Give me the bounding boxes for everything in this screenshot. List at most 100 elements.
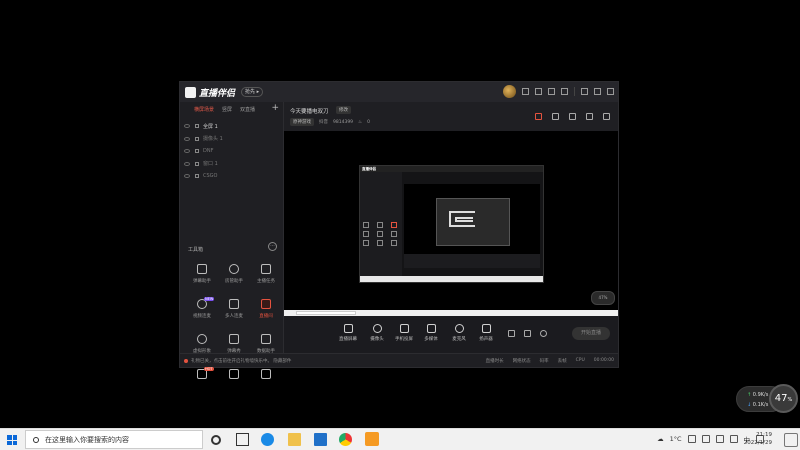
tool-multi-link[interactable]: 多人连麦	[218, 297, 250, 327]
avatar-icon	[197, 334, 207, 344]
stream-preview[interactable]: 直播伴侣 47%	[284, 131, 618, 316]
tool-more[interactable]	[250, 367, 282, 397]
fire-icon[interactable]	[548, 88, 555, 95]
task-view-icon[interactable]	[236, 433, 249, 446]
edit-title-button[interactable]: 修改	[336, 106, 351, 114]
lock-icon[interactable]	[195, 136, 199, 141]
chrome-icon[interactable]	[339, 433, 352, 446]
inner-tool	[377, 222, 383, 228]
windows-start-icon[interactable]	[7, 435, 17, 445]
effects-icon[interactable]	[524, 330, 531, 337]
room-title[interactable]: 今天要播电双刀	[290, 107, 329, 115]
status-message[interactable]: 礼物已关，点击前往开启礼物墙快乐中。 隐藏部件	[191, 358, 291, 364]
message-icon[interactable]	[569, 113, 576, 120]
mail-app-icon[interactable]	[314, 433, 327, 446]
preview-badge: 47%	[591, 291, 615, 305]
scene-item[interactable]: CSGO	[180, 170, 283, 183]
tool-room-admin[interactable]: 房管助手	[218, 262, 250, 292]
shirt-icon[interactable]	[522, 88, 529, 95]
tool-download[interactable]	[218, 367, 250, 397]
download-speed: ↓ 0.1K/s	[747, 402, 768, 408]
tab-portrait[interactable]: 竖屏	[222, 106, 232, 113]
tab-landscape[interactable]: 横屏场景	[194, 106, 214, 113]
scene-item[interactable]: 摄像头 1	[180, 133, 283, 146]
notification-icon[interactable]	[784, 433, 798, 447]
tab-dual[interactable]: 双直播	[240, 106, 255, 113]
fans-label: 抖音	[319, 120, 328, 125]
inner-tool	[377, 240, 383, 246]
online-count: 0	[367, 119, 370, 125]
screen-capture-button[interactable]: 直播屏幕	[335, 324, 361, 342]
eye-icon[interactable]	[184, 161, 190, 166]
live-companion-app-icon[interactable]	[365, 432, 379, 446]
tool-tasks[interactable]: 主播任务	[250, 262, 282, 292]
tool-video-link[interactable]: NEW 视频连麦	[186, 297, 218, 327]
phone-cast-icon	[399, 324, 409, 333]
speaker-button[interactable]: 扬声器	[473, 324, 499, 342]
menu-icon[interactable]	[561, 88, 568, 95]
mic-icon	[454, 324, 464, 333]
lock-icon[interactable]	[195, 149, 199, 154]
add-scene-button[interactable]: +	[271, 103, 279, 113]
avatar[interactable]	[503, 85, 516, 98]
eye-icon[interactable]	[184, 136, 190, 141]
tool-pk[interactable]: HOT	[186, 367, 218, 397]
minimize-icon[interactable]	[581, 88, 588, 95]
network-icon[interactable]	[715, 435, 724, 443]
lock-icon[interactable]	[195, 174, 199, 179]
lock-icon[interactable]	[195, 124, 199, 129]
chat-icon	[197, 264, 207, 274]
status-cpu-label: CPU	[575, 357, 585, 363]
download-icon	[229, 369, 239, 379]
mail-icon[interactable]	[535, 88, 542, 95]
share-icon[interactable]	[603, 113, 610, 120]
file-explorer-icon[interactable]	[288, 433, 301, 446]
toolbox-grid: 弹幕助手 房管助手 主播任务 NEW 视频连麦 多人连麦 直播间 虚拟形象 弹幕秀…	[186, 262, 282, 397]
lock-icon[interactable]	[195, 161, 199, 166]
record-icon[interactable]	[508, 330, 515, 337]
close-icon[interactable]	[607, 88, 614, 95]
inner-tool	[377, 231, 383, 237]
speaker-icon	[481, 324, 491, 333]
settings-icon[interactable]	[540, 330, 547, 337]
data-icon	[261, 334, 271, 344]
edge-icon[interactable]	[261, 433, 274, 446]
app-logo: 直播伴侣	[185, 86, 235, 99]
weather-icon[interactable]: ☁	[657, 435, 664, 443]
status-dropped-label: 丢帧	[557, 358, 567, 364]
camera-button[interactable]: 摄像头	[364, 324, 390, 342]
expand-tray-icon[interactable]	[687, 435, 696, 443]
toolbox-more-button[interactable]: ···	[268, 242, 277, 251]
bell-icon[interactable]	[586, 113, 593, 120]
start-live-button[interactable]: 开始直播	[572, 327, 610, 340]
tool-danmaku[interactable]: 弹幕助手	[186, 262, 218, 292]
media-icon	[426, 324, 436, 333]
network-speed-widget[interactable]: ↑ 0.9K/s ↓ 0.1K/s 47%	[736, 384, 798, 414]
tool-live-room[interactable]: 直播间	[250, 297, 282, 327]
media-button[interactable]: 多媒体	[418, 324, 444, 342]
scene-item[interactable]: 窗口 1	[180, 158, 283, 171]
gift-icon[interactable]	[535, 113, 542, 120]
maximize-icon[interactable]	[594, 88, 601, 95]
security-icon[interactable]	[701, 435, 710, 443]
cortana-icon[interactable]	[211, 435, 221, 445]
clock[interactable]: 21:19 2022/1/29	[744, 431, 772, 447]
scene-item[interactable]: 全屏 1	[180, 120, 283, 133]
category-badge[interactable]: 原神游戏	[290, 118, 314, 126]
inner-taskbar	[360, 276, 543, 282]
volume-icon[interactable]	[729, 435, 738, 443]
weather-temp[interactable]: 1°C	[670, 435, 682, 443]
memory-usage-circle[interactable]: 47%	[769, 384, 798, 413]
taskbar-search-input[interactable]: 在这里输入你要搜索的内容	[25, 430, 203, 449]
mic-button[interactable]: 麦克风	[446, 324, 472, 342]
scene-list: 全屏 1 摄像头 1 DNF 窗口 1 CSGO	[180, 120, 283, 183]
inner-tool-grid	[363, 222, 402, 246]
phone-cast-button[interactable]: 手机投屏	[391, 324, 417, 342]
version-badge[interactable]: 抢先 ▸	[241, 87, 264, 97]
scene-item[interactable]: DNF	[180, 145, 283, 158]
eye-icon[interactable]	[184, 174, 190, 179]
eye-icon[interactable]	[184, 149, 190, 154]
eye-icon[interactable]	[184, 124, 190, 129]
room-meta: 原神游戏 抖音 9814399 ♨ 0	[290, 118, 370, 126]
share-screen-icon[interactable]	[552, 113, 559, 120]
